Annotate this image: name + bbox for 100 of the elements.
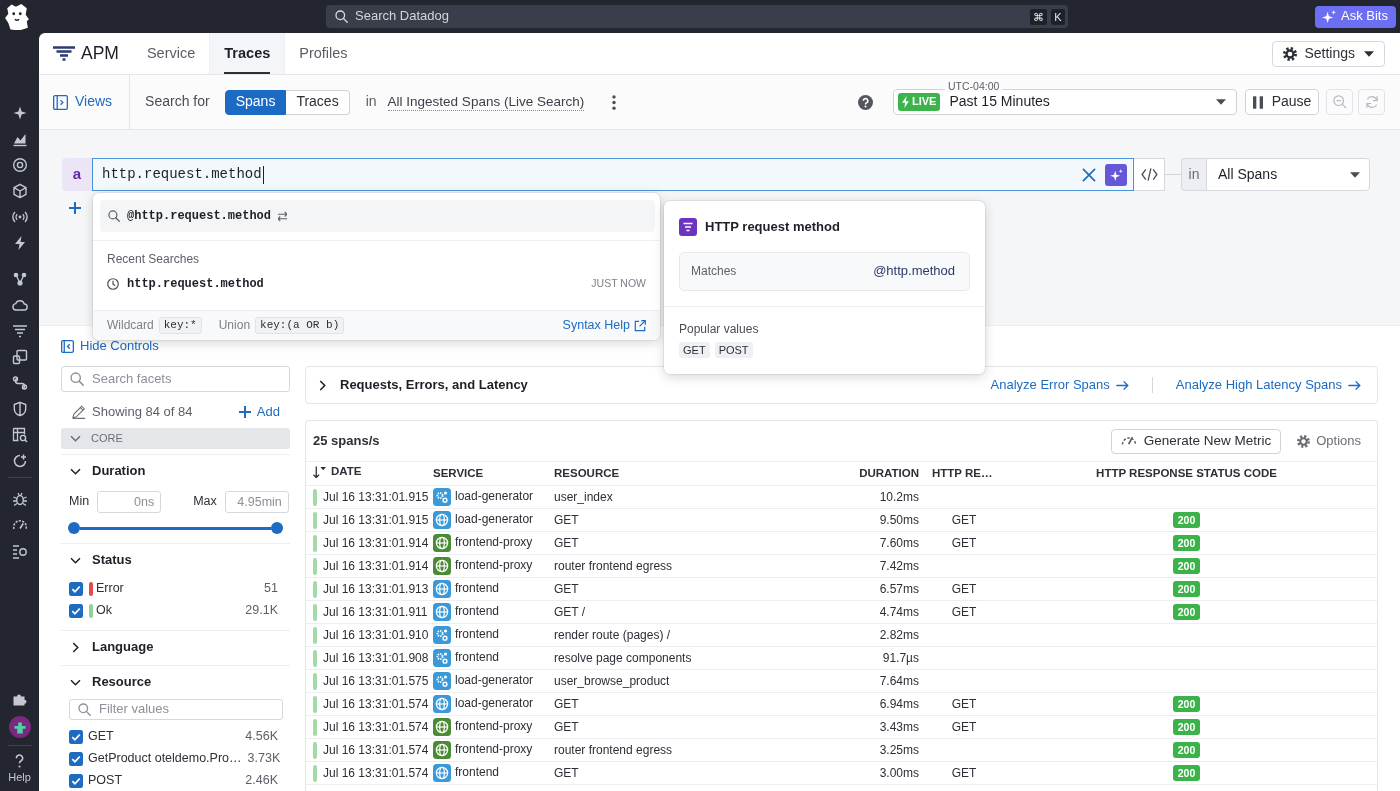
checkbox[interactable] [69,604,83,618]
apm-lines-icon [53,46,75,61]
checkbox[interactable] [69,774,83,788]
duration-value: 3.43ms [879,719,919,734]
table-search-icon[interactable] [11,427,28,443]
query-field[interactable]: http.request.method [92,158,1134,191]
gear-icon [1283,46,1298,61]
max-label: Max [193,494,217,510]
in-label: in [365,93,377,111]
lines-icon[interactable] [11,323,28,339]
service-name: load-generator [455,489,534,504]
column-header[interactable]: SERVICE [433,466,484,479]
column-header[interactable]: HTTP RESPONSE STATUS CODE [1096,466,1277,479]
plus-icon[interactable] [69,202,81,214]
panel-toggle[interactable]: Requests, Errors, and Latency [317,376,528,394]
analyze-link[interactable]: Analyze Error Spans [990,376,1129,394]
bug-icon[interactable] [11,491,28,507]
duration-value: 3.00ms [879,765,919,780]
search-icon [70,372,84,386]
segment-toggle[interactable]: Spans [224,89,287,115]
help-button[interactable]: Help [6,754,33,787]
route-icon[interactable] [11,375,28,391]
options-button[interactable]: Options [1297,432,1361,450]
checkbox[interactable] [69,752,83,766]
code-view-button[interactable] [1134,158,1165,191]
recent-search-link[interactable]: http.request.method [127,276,264,292]
radar-icon[interactable] [11,209,28,225]
value-tag[interactable]: POST [714,342,753,358]
generate-metric-button[interactable]: Generate New Metric [1110,428,1282,454]
add-facet-button[interactable]: Add [238,403,280,421]
facet-section-toggle[interactable]: Status [61,550,132,570]
section-heading: Recent Searches [107,252,200,266]
plus-badge-icon[interactable] [8,716,31,739]
time-range-picker[interactable]: LIVE Past 15 Minutes [893,89,1237,115]
area-chart-icon[interactable] [11,131,28,147]
kebab-menu-icon[interactable] [612,94,617,110]
nodes-icon[interactable] [11,271,28,287]
segment-toggle[interactable]: Traces [286,89,350,115]
tab[interactable]: Profiles [285,33,362,74]
cloud-icon[interactable] [11,297,28,313]
column-header[interactable]: RESOURCE [554,466,620,479]
facet-group-header[interactable]: CORE [61,428,290,449]
slider-handle[interactable] [68,522,80,534]
checkbox[interactable] [69,582,83,596]
pencil-icon[interactable] [72,405,86,419]
close-icon[interactable] [1082,167,1096,182]
max-duration-field[interactable]: 4.95min [224,491,289,513]
facet-section-toggle[interactable]: Resource [61,672,152,692]
hint-label: Wildcard [107,318,154,333]
facet-value-label: Error [96,581,124,597]
ask-bits-button[interactable]: Ask Bits [1315,5,1396,28]
service-name: frontend [455,604,500,619]
double-arrow-icon [278,210,288,222]
plus-icon [238,406,251,418]
analyze-link[interactable]: Analyze High Latency Spans [1175,376,1361,394]
shield-icon[interactable] [11,401,28,417]
timestamp: Jul 16 13:31:01.911 [323,604,428,619]
service-name: load-generator [455,512,534,527]
value-tag[interactable]: GET [679,342,710,358]
logo-icon[interactable] [5,3,29,30]
column-header[interactable]: DURATION [859,466,919,479]
http-method: GET [951,604,977,619]
facet-value-count: 2.46K [244,773,278,789]
slider-handle[interactable] [271,522,283,534]
code-snippet: key:* [158,317,202,334]
ai-assist-button[interactable] [1105,163,1127,186]
help-icon[interactable] [858,94,873,110]
index-selector-link[interactable]: All Ingested Spans (Live Search) [387,93,585,111]
suggestion-item[interactable]: @http.request.method [100,200,655,232]
service-name: frontend-proxy [455,742,533,757]
service-name: frontend-proxy [455,535,533,550]
target-icon[interactable] [11,157,28,173]
service-name: frontend-proxy [455,719,533,734]
caret-down-icon [1350,171,1360,178]
views-button[interactable]: Views [53,93,113,111]
checkbox[interactable] [69,730,83,744]
scope-select[interactable]: All Spans [1206,158,1370,191]
pause-icon [1252,95,1263,109]
timestamp: Jul 16 13:31:01.574 [323,696,429,711]
duration-value: 10.2ms [879,489,919,504]
tab[interactable]: Traces [209,33,286,74]
min-duration-field[interactable]: 0ns [97,491,162,513]
tab[interactable]: Service [132,33,210,74]
hide-controls-button[interactable]: Hide Controls [61,338,159,354]
search-field[interactable]: Search Datadog ⌘ K [326,5,1068,28]
cube-icon[interactable] [11,183,28,199]
facet-section-toggle[interactable]: Duration [61,461,146,481]
pause-button[interactable]: Pause [1245,89,1319,115]
sort-icon [313,466,326,479]
column-header[interactable]: HTTP RE… [932,466,993,479]
facet-value-count: 29.1K [244,603,278,619]
column-header[interactable]: DATE [313,465,362,479]
syntax-help-link[interactable]: Syntax Help [562,317,646,334]
settings-button[interactable]: Settings [1272,40,1385,67]
code-icon [1140,168,1158,181]
list-settings-icon[interactable] [11,543,28,559]
puzzle-icon[interactable] [11,692,28,707]
squares-icon[interactable] [11,349,28,365]
resource-name: GET [554,581,579,596]
circle-plus-icon[interactable] [11,453,28,469]
